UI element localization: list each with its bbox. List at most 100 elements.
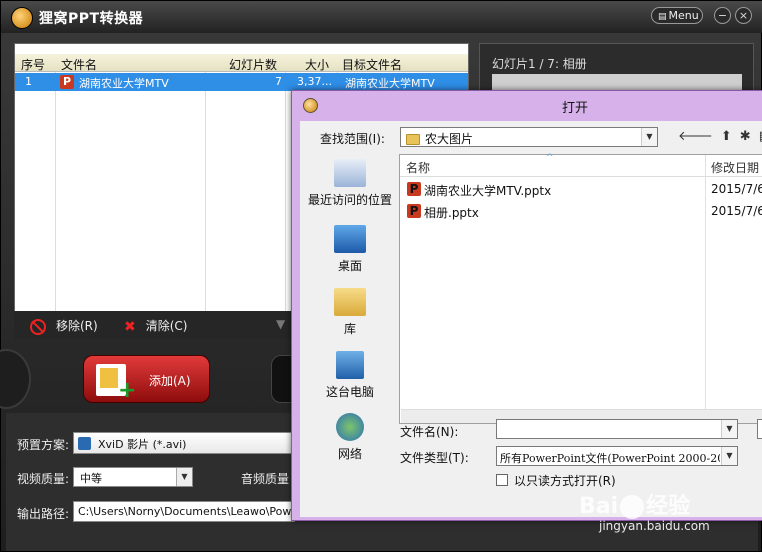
pptx-file-icon: P — [407, 182, 421, 196]
col-size[interactable]: 大小 — [305, 56, 329, 73]
up-folder-icon[interactable]: ⬆ — [721, 129, 732, 144]
menu-label: Menu — [668, 9, 699, 22]
add-file-icon: + — [96, 364, 136, 402]
close-button[interactable]: × — [735, 7, 752, 24]
filetype-value: 所有PowerPoint文件(PowerPoint 2000-20 — [500, 452, 720, 465]
pptx-file-icon: P — [407, 204, 421, 218]
title-bar: 狸窝PPT转换器 ▤ Menu − × — [1, 1, 762, 33]
place-recent-label: 最近访问的位置 — [307, 193, 392, 207]
remove-button[interactable]: 移除(R) — [30, 317, 98, 335]
file-browser-list: 名称 ^ 修改日期 P 湖南农业大学MTV.pptx 2015/7/6 P 相册… — [399, 153, 762, 424]
col-index[interactable]: 序号 — [21, 56, 45, 73]
baidu-watermark: Bai 经验 — [579, 488, 690, 520]
new-folder-icon[interactable]: ✱ — [740, 129, 751, 144]
audio-quality-label: 音频质量 — [241, 472, 290, 486]
place-network[interactable]: 网络 — [300, 413, 400, 462]
dialog-app-icon — [303, 98, 318, 113]
dialog-body: 查找范围(I): 农大图片 ▼ 🡐⬆✱▦ 最近访问的位置 桌面 — [300, 121, 762, 517]
place-recent[interactable]: 最近访问的位置 — [300, 159, 400, 208]
file-browser-header: 名称 ^ 修改日期 — [400, 153, 762, 177]
place-library[interactable]: 库 — [300, 288, 400, 337]
col-slides[interactable]: 幻灯片数 — [229, 56, 277, 73]
filename-input[interactable]: ▼ — [496, 419, 738, 439]
app-logo-icon — [11, 7, 33, 29]
row-target: 湖南农业大学MTV — [345, 77, 435, 90]
readonly-checkbox[interactable] — [496, 474, 508, 486]
look-in-select[interactable]: 农大图片 ▼ — [400, 127, 658, 147]
dialog-title: 打开 — [562, 101, 589, 116]
chevron-down-icon: ▼ — [641, 128, 657, 146]
chevron-down-icon: ▼ — [721, 447, 737, 465]
readonly-label: 以只读方式打开(R) — [514, 474, 616, 488]
file-name: 湖南农业大学MTV.pptx — [424, 184, 552, 198]
folder-icon — [406, 134, 420, 145]
file-date: 2015/7/6 — [711, 182, 762, 196]
table-row[interactable]: 1 P 湖南农业大学MTV 7 3,37... 湖南农业大学MTV — [15, 73, 468, 91]
place-network-label: 网络 — [337, 447, 362, 461]
chevron-down-icon: ▼ — [176, 468, 192, 486]
filetype-label: 文件类型(T): — [400, 451, 469, 465]
filename-label: 文件名(N): — [400, 425, 459, 439]
col-divider — [205, 72, 206, 312]
video-format-icon — [78, 437, 91, 450]
row-size: 3,37... — [297, 75, 332, 88]
library-icon — [334, 288, 366, 316]
preset-value: XviD 影片 (*.avi) — [98, 438, 187, 451]
open-button-edge[interactable] — [757, 419, 762, 439]
menu-icon: ▤ — [658, 12, 667, 22]
col-modified[interactable]: 修改日期 — [711, 159, 759, 176]
col-filename[interactable]: 文件名 — [61, 56, 97, 73]
place-library-label: 库 — [343, 322, 356, 336]
video-quality-select[interactable]: 中等 ▼ — [73, 467, 193, 487]
app-title: 狸窝PPT转换器 — [39, 11, 144, 27]
remove-label: 移除(R) — [56, 319, 98, 333]
row-filename: 湖南农业大学MTV — [79, 77, 169, 90]
add-label: 添加(A) — [149, 374, 191, 388]
output-path-input[interactable]: C:\Users\Norny\Documents\Leawo\PowerPoin… — [73, 501, 295, 522]
filetype-select[interactable]: 所有PowerPoint文件(PowerPoint 2000-20 ▼ — [496, 446, 738, 466]
move-down-icon[interactable]: ▼ — [276, 317, 285, 331]
side-knob — [0, 349, 31, 409]
clear-button[interactable]: ✖ 清除(C) — [124, 317, 187, 335]
watermark-text-right: 经验 — [646, 494, 691, 519]
desktop-icon — [334, 225, 366, 253]
app-window: 狸窝PPT转换器 ▤ Menu − × 序号 文件名 幻灯片数 大小 目标文件名 … — [0, 0, 762, 552]
file-date: 2015/7/6 — [711, 204, 762, 218]
preset-label: 预置方案: — [17, 438, 70, 452]
preset-select[interactable]: XviD 影片 (*.avi) — [73, 432, 295, 454]
back-icon[interactable]: 🡐 — [678, 129, 713, 144]
network-icon — [336, 413, 364, 441]
list-item[interactable]: P 湖南农业大学MTV.pptx 2015/7/6 — [400, 179, 762, 199]
watermark-text-left: Bai — [579, 494, 619, 519]
look-in-value: 农大图片 — [425, 132, 474, 146]
file-table-header: 序号 文件名 幻灯片数 大小 目标文件名 — [15, 54, 468, 72]
chevron-down-icon: ▼ — [721, 420, 737, 438]
recent-places-icon — [334, 159, 366, 187]
output-path-label: 输出路径: — [17, 507, 70, 521]
video-quality-value: 中等 — [80, 472, 102, 485]
minimize-button[interactable]: − — [714, 7, 731, 24]
place-this-pc[interactable]: 这台电脑 — [300, 351, 400, 400]
place-this-pc-label: 这台电脑 — [325, 385, 374, 399]
list-item[interactable]: P 相册.pptx 2015/7/6 — [400, 201, 762, 221]
ppt-file-icon: P — [60, 75, 74, 89]
menu-button[interactable]: ▤ Menu — [651, 7, 703, 24]
clear-icon: ✖ — [124, 318, 136, 335]
clear-label: 清除(C) — [145, 319, 188, 333]
remove-icon — [30, 318, 46, 335]
col-target[interactable]: 目标文件名 — [342, 56, 402, 73]
row-slides: 7 — [275, 75, 282, 88]
places-bar: 最近访问的位置 桌面 库 这台电脑 网络 — [300, 153, 400, 461]
computer-icon — [336, 351, 364, 379]
video-quality-label: 视频质量: — [17, 472, 70, 486]
dialog-nav-toolbar: 🡐⬆✱▦ — [678, 128, 762, 144]
add-button[interactable]: + 添加(A) — [83, 355, 210, 403]
plus-icon: + — [118, 378, 137, 403]
place-desktop[interactable]: 桌面 — [300, 225, 400, 274]
look-in-label: 查找范围(I): — [320, 132, 385, 146]
col-divider — [285, 72, 286, 312]
preview-label: 幻灯片1 / 7: 相册 — [492, 57, 587, 71]
row-index: 1 — [25, 75, 32, 88]
col-name[interactable]: 名称 — [406, 159, 430, 176]
baidu-paw-icon — [620, 495, 645, 519]
